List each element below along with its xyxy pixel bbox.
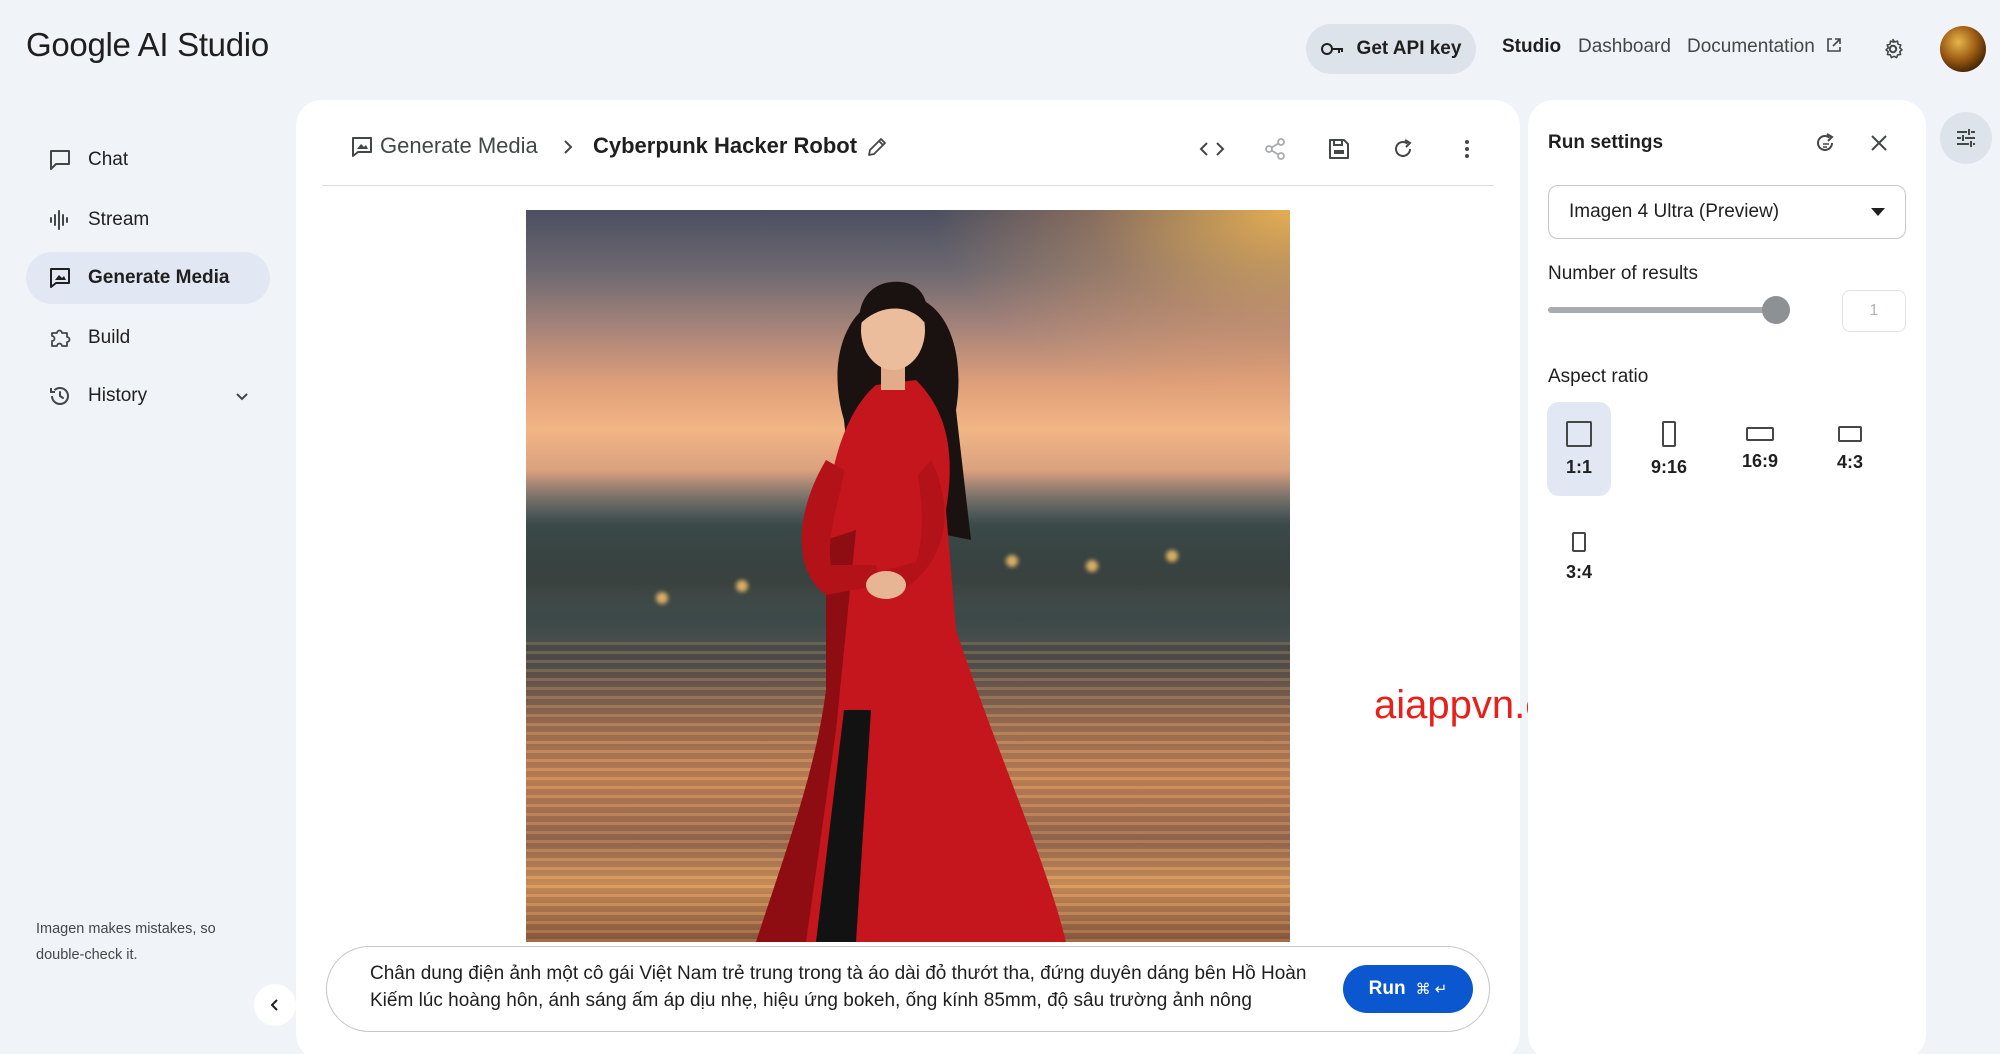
more-vert-icon[interactable] (1452, 134, 1482, 164)
results-slider-track[interactable] (1548, 307, 1778, 313)
sidebar-item-chat[interactable]: Chat (26, 134, 270, 186)
aspect-ratio-label-16-9: 16:9 (1741, 450, 1779, 471)
aspect-ratio-4-3[interactable]: 4:3 (1818, 402, 1882, 496)
edit-pencil-icon[interactable] (865, 135, 889, 159)
sidebar-item-build[interactable]: Build (26, 312, 270, 364)
chevron-left-icon (270, 999, 278, 1011)
sidebar-item-label: Chat (88, 149, 129, 170)
waveform-icon (50, 210, 68, 230)
get-api-key-label: Get API key (1356, 38, 1462, 59)
aspect-ratio-9-16[interactable]: 9:16 (1637, 402, 1701, 496)
aspect-ratio-label-9-16: 9:16 (1650, 456, 1688, 477)
reset-settings-icon[interactable] (1810, 128, 1840, 158)
aspect-ratio-16-9[interactable]: 16:9 (1728, 402, 1792, 496)
run-shortcut: ⌘ ↵ (1415, 981, 1448, 998)
save-icon[interactable] (1324, 134, 1354, 164)
app-logo[interactable]: Google AI Studio (26, 26, 269, 64)
collapse-sidebar-button[interactable] (254, 984, 296, 1026)
history-icon (50, 387, 69, 405)
external-link-icon (1827, 38, 1841, 52)
tune-settings-toggle[interactable] (1940, 112, 1992, 164)
portrait-shape-icon (1662, 420, 1676, 447)
header-divider (322, 185, 1494, 186)
aspect-ratio-label: Aspect ratio (1548, 366, 1649, 387)
square-shape-icon (1566, 420, 1592, 447)
sidebar-item-generate-media[interactable]: Generate Media (26, 252, 270, 304)
run-settings-title: Run settings (1548, 132, 1664, 153)
disclaimer-text: Imagen makes mistakes, so double-check i… (36, 921, 216, 963)
aspect-ratio-label-4-3: 4:3 (1836, 451, 1863, 472)
model-select-value: Imagen 4 Ultra (Preview) (1569, 201, 1780, 222)
code-icon[interactable] (1197, 134, 1227, 164)
landscape-shape-icon (1746, 426, 1774, 441)
portrait-shape-icon (1572, 531, 1586, 552)
chevron-down-icon[interactable] (232, 386, 252, 406)
results-slider-thumb[interactable] (1762, 296, 1790, 324)
prompt-text[interactable]: Chân dung điện ảnh một cô gái Việt Nam t… (370, 960, 1310, 1014)
dropdown-caret-icon (1871, 208, 1885, 216)
run-button[interactable]: Run ⌘ ↵ (1343, 965, 1473, 1013)
sidebar-item-stream[interactable]: Stream (26, 194, 270, 246)
puzzle-icon (51, 329, 71, 347)
refresh-icon[interactable] (1388, 134, 1418, 164)
run-label: Run (1368, 978, 1406, 999)
key-icon (1320, 43, 1343, 55)
aspect-ratio-1-1[interactable]: 1:1 (1547, 402, 1611, 496)
chevron-right-icon (564, 140, 573, 154)
results-number-input[interactable]: 1 (1842, 290, 1906, 332)
image-icon (50, 268, 70, 288)
sidebar-item-label: Generate Media (88, 267, 230, 288)
landscape-shape-icon (1838, 425, 1862, 442)
topnav-documentation[interactable]: Documentation (1687, 36, 1842, 58)
number-of-results-label: Number of results (1548, 263, 1698, 284)
chat-icon (50, 150, 70, 170)
sidebar-item-label: History (88, 385, 148, 406)
settings-gear-icon[interactable] (1878, 34, 1908, 64)
sidebar-item-label: Build (88, 327, 131, 348)
get-api-key-button[interactable]: Get API key (1306, 24, 1476, 74)
generated-image[interactable] (526, 210, 1290, 942)
share-icon[interactable] (1260, 134, 1290, 164)
topnav-dashboard[interactable]: Dashboard (1578, 36, 1671, 58)
user-avatar[interactable] (1940, 26, 1986, 72)
topnav-studio[interactable]: Studio (1502, 36, 1561, 58)
tune-icon (1957, 129, 1975, 147)
model-select[interactable]: Imagen 4 Ultra (Preview) (1548, 185, 1906, 239)
aspect-ratio-label-1-1: 1:1 (1565, 456, 1592, 477)
topnav-documentation-label: Documentation (1687, 36, 1815, 57)
page-title: Cyberpunk Hacker Robot (593, 133, 858, 158)
aspect-ratio-3-4[interactable]: 3:4 (1547, 510, 1611, 604)
sidebar-item-label: Stream (88, 209, 150, 230)
aspect-ratio-label-3-4: 3:4 (1565, 561, 1592, 582)
breadcrumb-parent[interactable]: Generate Media (380, 133, 538, 159)
image-icon (352, 137, 372, 157)
sidebar-item-history[interactable]: History (26, 370, 270, 422)
close-icon[interactable] (1864, 128, 1894, 158)
